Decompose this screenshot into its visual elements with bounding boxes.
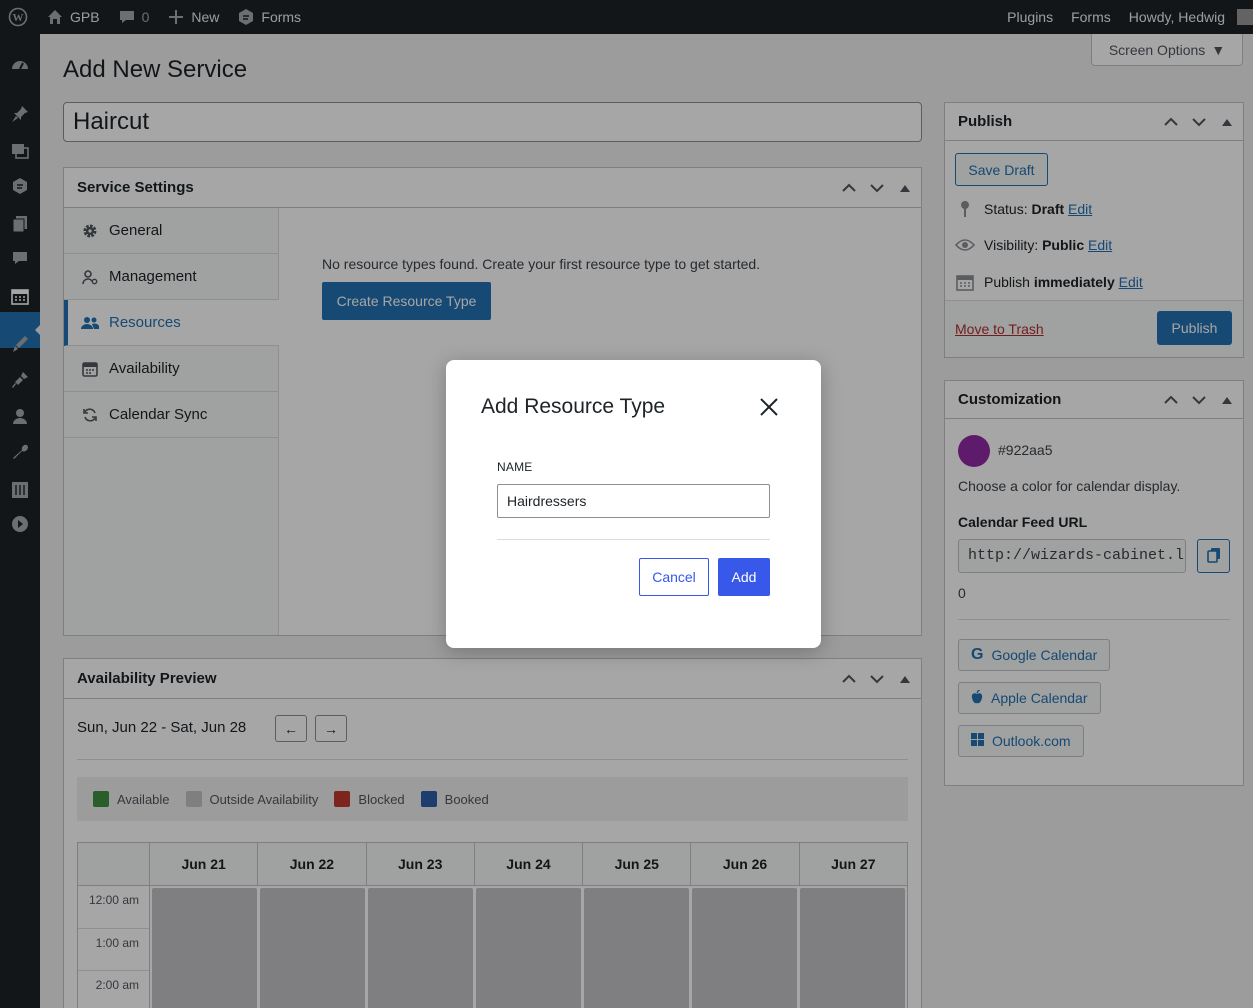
add-button[interactable]: Add	[718, 558, 770, 596]
name-label: NAME	[497, 460, 533, 474]
add-resource-type-modal: Add Resource Type NAME Cancel Add	[446, 360, 821, 648]
modal-title: Add Resource Type	[481, 395, 666, 418]
resource-type-name-input[interactable]	[497, 484, 770, 518]
cancel-button[interactable]: Cancel	[639, 558, 709, 596]
close-icon[interactable]	[758, 396, 780, 418]
modal-divider	[497, 539, 770, 540]
